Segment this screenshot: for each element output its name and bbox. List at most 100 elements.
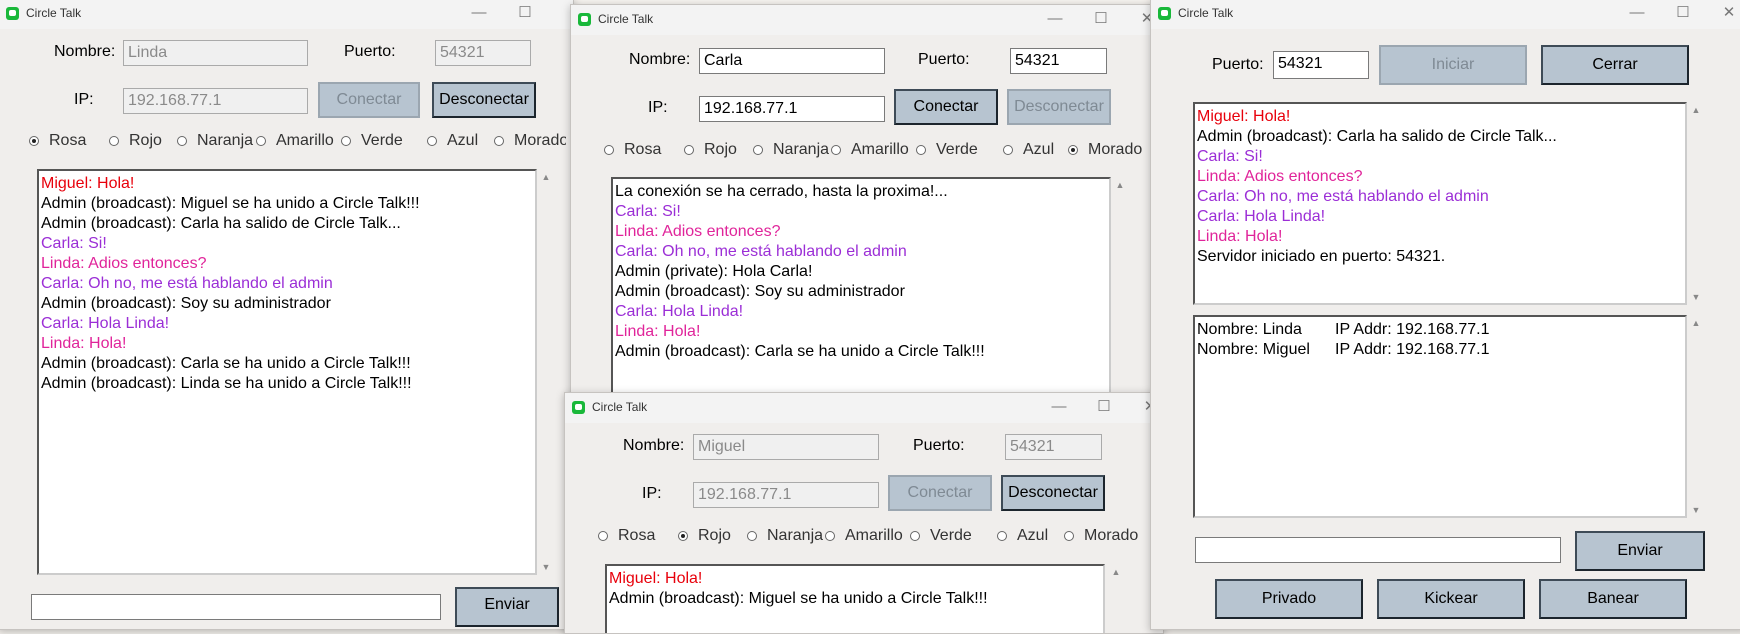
radio-amarillo[interactable]: Amarillo (256, 132, 334, 150)
chat-log[interactable]: Miguel: Hola! Admin (broadcast): Miguel s… (37, 169, 537, 575)
radio-rosa[interactable]: Rosa (29, 132, 86, 150)
maximize-icon[interactable]: ☐ (1091, 9, 1111, 29)
desconectar-button[interactable]: Desconectar (432, 82, 536, 118)
titlebar[interactable]: Circle Talk — ☐ ✕ (571, 5, 1151, 35)
radio-morado[interactable]: Morado (494, 132, 566, 150)
kickear-button[interactable]: Kickear (1377, 579, 1525, 619)
clients-lines: Nombre: Linda IP Addr: 192.168.77.1 Nombre… (1197, 320, 1683, 360)
message-input[interactable] (1195, 537, 1561, 563)
puerto-field[interactable]: 54321 (1005, 434, 1102, 460)
puerto-label: Puerto: (1212, 56, 1264, 73)
titlebar[interactable]: Circle Talk — ☐ ✕ (1151, 0, 1740, 29)
banear-button[interactable]: Banear (1539, 579, 1687, 619)
chat-message: Linda: Adios entonces? (41, 255, 207, 272)
scroll-down-icon[interactable]: ▼ (1689, 504, 1703, 516)
scroll-up-icon[interactable]: ▲ (1113, 179, 1127, 191)
server-log-scrollbar[interactable]: ▲ ▼ (1689, 102, 1703, 305)
radio-azul[interactable]: Azul (427, 132, 478, 150)
nombre-field[interactable]: Miguel (693, 434, 879, 460)
chat-message: La conexión se ha cerrado, hasta la prox… (615, 183, 948, 200)
radio-verde[interactable]: Verde (910, 527, 972, 545)
minimize-icon[interactable]: — (1627, 3, 1647, 23)
scroll-down-icon[interactable]: ▼ (539, 561, 553, 573)
scroll-up-icon[interactable]: ▲ (1109, 566, 1123, 578)
scroll-down-icon[interactable]: ▼ (1689, 291, 1703, 303)
conectar-button[interactable]: Conectar (888, 475, 992, 511)
nombre-label: Nombre: (54, 43, 116, 60)
ip-field[interactable]: 192.168.77.1 (693, 482, 879, 508)
chat-message: Linda: Hola! (41, 335, 127, 352)
window-title: Circle Talk (598, 12, 654, 26)
message-input[interactable] (31, 594, 441, 620)
clients-list[interactable]: Nombre: Linda IP Addr: 192.168.77.1 Nombre… (1193, 315, 1687, 518)
radio-naranja[interactable]: Naranja (177, 132, 253, 150)
window-title: Circle Talk (1178, 6, 1234, 20)
privado-button[interactable]: Privado (1215, 579, 1363, 619)
titlebar[interactable]: Circle Talk — ☐ ✕ (565, 393, 1163, 423)
enviar-button[interactable]: Enviar (455, 587, 559, 627)
puerto-label: Puerto: (918, 51, 970, 68)
chat-message: Admin (broadcast): Linda se ha unido a C… (41, 375, 412, 392)
nombre-label: Nombre: (629, 51, 691, 68)
client-row[interactable]: Nombre: Linda IP Addr: 192.168.77.1 (1197, 320, 1683, 340)
radio-dot-icon (997, 531, 1007, 541)
minimize-icon[interactable]: — (469, 3, 489, 23)
iniciar-button[interactable]: Iniciar (1379, 45, 1527, 85)
window-title: Circle Talk (592, 400, 648, 414)
cerrar-button[interactable]: Cerrar (1541, 45, 1689, 85)
radio-rojo[interactable]: Rojo (684, 141, 737, 159)
radio-azul[interactable]: Azul (997, 527, 1048, 545)
radio-amarillo[interactable]: Amarillo (825, 527, 903, 545)
client-ip: IP Addr: 192.168.77.1 (1335, 341, 1490, 358)
puerto-label: Puerto: (913, 437, 965, 454)
server-log[interactable]: Miguel: Hola! Admin (broadcast): Carla ha… (1193, 102, 1687, 305)
maximize-icon[interactable]: ☐ (1673, 3, 1693, 23)
radio-dot-icon (916, 145, 926, 155)
minimize-icon[interactable]: — (1045, 9, 1065, 29)
radio-azul[interactable]: Azul (1003, 141, 1054, 159)
chat-scrollbar[interactable]: ▲ (1109, 564, 1123, 633)
desconectar-button[interactable]: Desconectar (1007, 89, 1111, 125)
client-row[interactable]: Nombre: Miguel IP Addr: 192.168.77.1 (1197, 340, 1683, 360)
radio-dot-icon (177, 136, 187, 146)
conectar-button[interactable]: Conectar (894, 89, 998, 125)
radio-verde[interactable]: Verde (341, 132, 403, 150)
nombre-field[interactable]: Carla (699, 48, 885, 74)
nombre-label: Nombre: (623, 437, 685, 454)
scroll-up-icon[interactable]: ▲ (1689, 104, 1703, 116)
radio-rojo[interactable]: Rojo (678, 527, 731, 545)
maximize-icon[interactable]: ☐ (515, 3, 535, 23)
chat-log[interactable]: Miguel: Hola! Admin (broadcast): Miguel s… (605, 564, 1105, 633)
radio-rosa[interactable]: Rosa (604, 141, 661, 159)
maximize-icon[interactable]: ☐ (1094, 397, 1114, 417)
scroll-up-icon[interactable]: ▲ (1689, 317, 1703, 329)
radio-amarillo[interactable]: Amarillo (831, 141, 909, 159)
puerto-field[interactable]: 54321 (1010, 48, 1107, 74)
close-icon[interactable]: ✕ (1719, 3, 1739, 23)
clients-scrollbar[interactable]: ▲ ▼ (1689, 315, 1703, 518)
chat-scrollbar[interactable]: ▲ ▼ (539, 169, 553, 575)
scroll-up-icon[interactable]: ▲ (539, 171, 553, 183)
radio-naranja[interactable]: Naranja (753, 141, 829, 159)
minimize-icon[interactable]: — (1049, 397, 1069, 417)
radio-morado[interactable]: Morado (1068, 141, 1142, 159)
puerto-field[interactable]: 54321 (1273, 51, 1369, 79)
titlebar[interactable]: Circle Talk — ☐ (0, 0, 573, 29)
chat-message: Admin (broadcast): Soy su administrador (41, 295, 331, 312)
radio-dot-icon (1064, 531, 1074, 541)
chat-message: Carla: Si! (41, 235, 107, 252)
radio-rojo[interactable]: Rojo (109, 132, 162, 150)
ip-field[interactable]: 192.168.77.1 (123, 88, 308, 114)
chat-message: Carla: Hola Linda! (615, 303, 744, 320)
radio-naranja[interactable]: Naranja (747, 527, 823, 545)
radio-morado[interactable]: Morado (1064, 527, 1138, 545)
ip-field[interactable]: 192.168.77.1 (699, 96, 885, 122)
enviar-button[interactable]: Enviar (1575, 531, 1705, 571)
desconectar-button[interactable]: Desconectar (1001, 475, 1105, 511)
conectar-button[interactable]: Conectar (318, 82, 420, 118)
radio-verde[interactable]: Verde (916, 141, 978, 159)
puerto-field[interactable]: 54321 (435, 40, 531, 66)
nombre-field[interactable]: Linda (123, 40, 308, 66)
radio-rosa[interactable]: Rosa (598, 527, 655, 545)
chat-message: Admin (broadcast): Miguel se ha unido a … (41, 195, 420, 212)
